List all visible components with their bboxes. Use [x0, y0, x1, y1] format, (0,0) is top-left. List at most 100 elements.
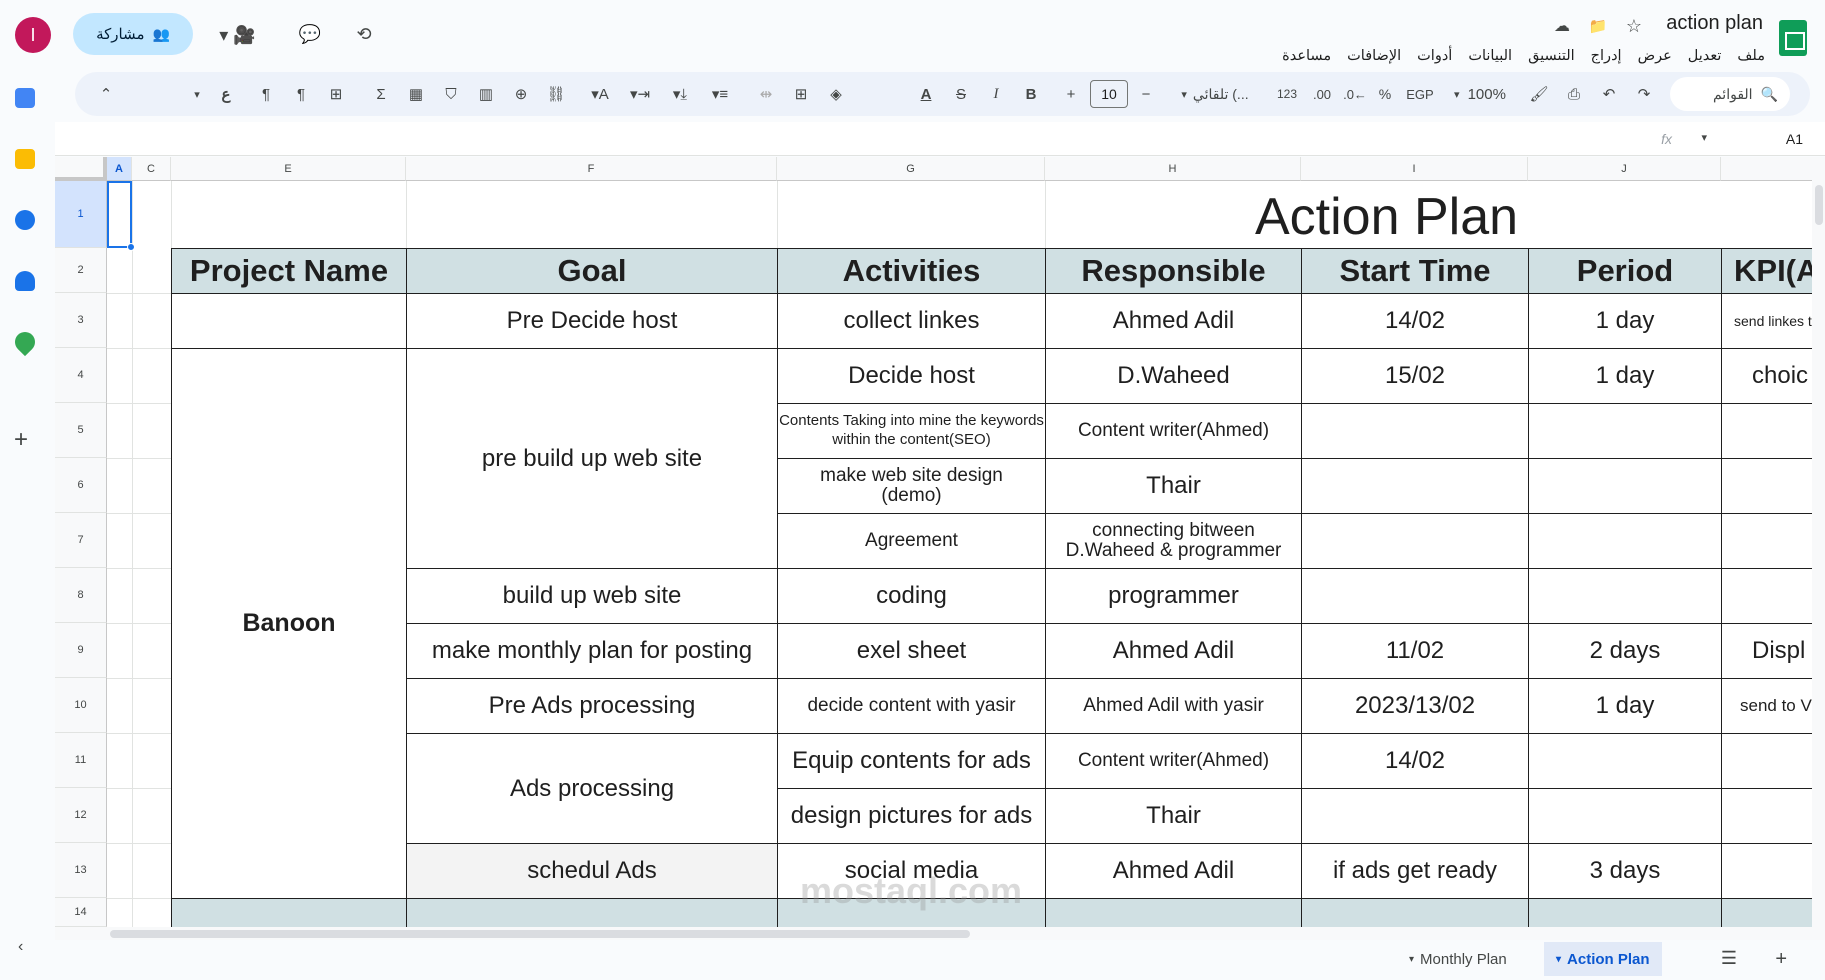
selected-cell-a1[interactable]	[107, 181, 132, 248]
header-responsible[interactable]: Responsible	[1045, 248, 1302, 294]
column-header-k[interactable]	[1721, 157, 1825, 181]
cell-k11[interactable]	[1721, 733, 1825, 789]
cell-k10[interactable]: send to V	[1721, 678, 1825, 734]
cell-h14[interactable]	[1045, 898, 1302, 927]
row-header-14[interactable]: 14	[55, 898, 107, 927]
header-start-time[interactable]: Start Time	[1301, 248, 1529, 294]
print-icon[interactable]: ⎙	[1563, 83, 1585, 105]
header-project-name[interactable]: Project Name	[171, 248, 407, 294]
name-box-dropdown-icon[interactable]: ▾	[1701, 131, 1707, 144]
collapse-rail-icon[interactable]: ‹	[18, 938, 23, 956]
cell-g4[interactable]: Decide host	[777, 348, 1046, 404]
menu-tools[interactable]: أدوات	[1417, 48, 1452, 64]
row-header-3[interactable]: 3	[55, 293, 107, 348]
redo-icon[interactable]: ↷	[1633, 83, 1655, 105]
menu-format[interactable]: التنسيق	[1528, 48, 1575, 64]
cell-h6[interactable]: Thair	[1045, 458, 1302, 514]
header-goal[interactable]: Goal	[406, 248, 778, 294]
sheets-logo-icon[interactable]	[1779, 20, 1807, 56]
merge-cells-icon[interactable]: ⇹	[755, 83, 777, 105]
cell-k3[interactable]: send linkes t	[1721, 293, 1825, 349]
tab-monthly-plan[interactable]: ▾ Monthly Plan	[1397, 942, 1519, 976]
cell-f4-goal[interactable]: pre build up web site	[406, 348, 778, 569]
bold-icon[interactable]: B	[1020, 83, 1042, 105]
header-kpi[interactable]: KPI(A	[1721, 248, 1825, 294]
cell-h9[interactable]: Ahmed Adil	[1045, 623, 1302, 679]
cell-j12[interactable]	[1528, 788, 1722, 844]
cell-f9[interactable]: make monthly plan for posting	[406, 623, 778, 679]
cloud-status-icon[interactable]: ☁	[1550, 14, 1574, 38]
decimal-decrease-button[interactable]: .0←	[1341, 83, 1369, 105]
contacts-icon[interactable]	[15, 271, 35, 291]
menu-help[interactable]: مساعدة	[1282, 48, 1331, 64]
column-header-h[interactable]: H	[1045, 157, 1301, 181]
column-header-j[interactable]: J	[1528, 157, 1721, 181]
cell-h4[interactable]: D.Waheed	[1045, 348, 1302, 404]
comment-add-icon[interactable]: ⊕	[510, 83, 532, 105]
collapse-toolbar-icon[interactable]: ⌃	[95, 83, 117, 105]
italic-icon[interactable]: I	[985, 83, 1007, 105]
star-icon[interactable]: ☆	[1622, 14, 1646, 38]
cell-j6[interactable]	[1528, 458, 1722, 514]
account-avatar[interactable]: I	[15, 17, 51, 53]
cell-h5[interactable]: Content writer(Ahmed)	[1045, 403, 1302, 459]
borders-icon[interactable]: ⊞	[790, 83, 812, 105]
freeze-icon[interactable]: ⊞	[325, 83, 347, 105]
name-box[interactable]: A1	[1786, 131, 1803, 147]
cell-h3[interactable]: Ahmed Adil	[1045, 293, 1302, 349]
vertical-align-icon[interactable]: ▾⤓	[665, 83, 695, 105]
tasks-icon[interactable]	[15, 210, 35, 230]
decimal-increase-button[interactable]: .00	[1308, 83, 1336, 105]
cell-j14[interactable]	[1528, 898, 1722, 927]
cell-h12[interactable]: Thair	[1045, 788, 1302, 844]
meet-video-icon[interactable]: ▾ 🎥	[215, 20, 260, 50]
row-header-9[interactable]: 9	[55, 623, 107, 678]
menu-view[interactable]: عرض	[1638, 48, 1672, 64]
maps-icon[interactable]	[10, 327, 40, 357]
number-format-button[interactable]: 123	[1273, 83, 1301, 105]
font-size-increase-icon[interactable]: +	[1060, 83, 1082, 105]
wrap-icon[interactable]: ▾⇥	[625, 83, 655, 105]
cell-h7[interactable]: connecting bitween D.Waheed & programmer	[1045, 513, 1302, 569]
column-header-e[interactable]: E	[171, 157, 406, 181]
row-header-10[interactable]: 10	[55, 678, 107, 733]
column-header-f[interactable]: F	[406, 157, 777, 181]
row-header-11[interactable]: 11	[55, 733, 107, 788]
cell-j8[interactable]	[1528, 568, 1722, 624]
cell-i6[interactable]	[1301, 458, 1529, 514]
cell-k9[interactable]: Displ	[1721, 623, 1825, 679]
percent-button[interactable]: %	[1375, 83, 1395, 105]
cell-i14[interactable]	[1301, 898, 1529, 927]
calendar-icon[interactable]	[15, 88, 35, 108]
currency-button[interactable]: EGP	[1400, 83, 1440, 105]
cell-k13[interactable]	[1721, 843, 1825, 899]
cell-i5[interactable]	[1301, 403, 1529, 459]
text-direction-ltr-icon[interactable]: ¶	[290, 83, 312, 105]
cell-f14[interactable]	[406, 898, 778, 927]
font-size-input[interactable]: 10	[1090, 80, 1128, 108]
cell-h10[interactable]: Ahmed Adil with yasir	[1045, 678, 1302, 734]
cell-g10[interactable]: decide content with yasir	[777, 678, 1046, 734]
row-header-8[interactable]: 8	[55, 568, 107, 623]
cell-k4[interactable]: choic	[1721, 348, 1825, 404]
row-header-12[interactable]: 12	[55, 788, 107, 843]
horizontal-scrollbar[interactable]	[55, 927, 1825, 940]
add-sheet-icon[interactable]: +	[1775, 948, 1787, 971]
cell-i13[interactable]: if ads get ready	[1301, 843, 1529, 899]
cell-g11[interactable]: Equip contents for ads	[777, 733, 1046, 789]
vertical-scrollbar[interactable]	[1812, 157, 1825, 927]
share-button[interactable]: مشاركة 👥	[73, 13, 193, 55]
add-addon-icon[interactable]: +	[14, 426, 28, 454]
cell-i10[interactable]: 2023/13/02	[1301, 678, 1529, 734]
cell-f3[interactable]: Pre Decide host	[406, 293, 778, 349]
cell-j13[interactable]: 3 days	[1528, 843, 1722, 899]
spreadsheet-grid[interactable]: A C E F G H I J 1 2 3 4 5 6 7 8 9 10 11 …	[55, 157, 1825, 927]
cell-i7[interactable]	[1301, 513, 1529, 569]
version-history-icon[interactable]: ⟲	[350, 20, 378, 48]
cell-k7[interactable]	[1721, 513, 1825, 569]
row-header-4[interactable]: 4	[55, 348, 107, 403]
search-menus-input[interactable]: القوائم 🔍	[1670, 77, 1790, 111]
menu-insert[interactable]: إدراج	[1591, 48, 1622, 64]
menu-data[interactable]: البيانات	[1468, 48, 1512, 64]
tab-action-plan[interactable]: ▾ Action Plan	[1544, 942, 1662, 976]
